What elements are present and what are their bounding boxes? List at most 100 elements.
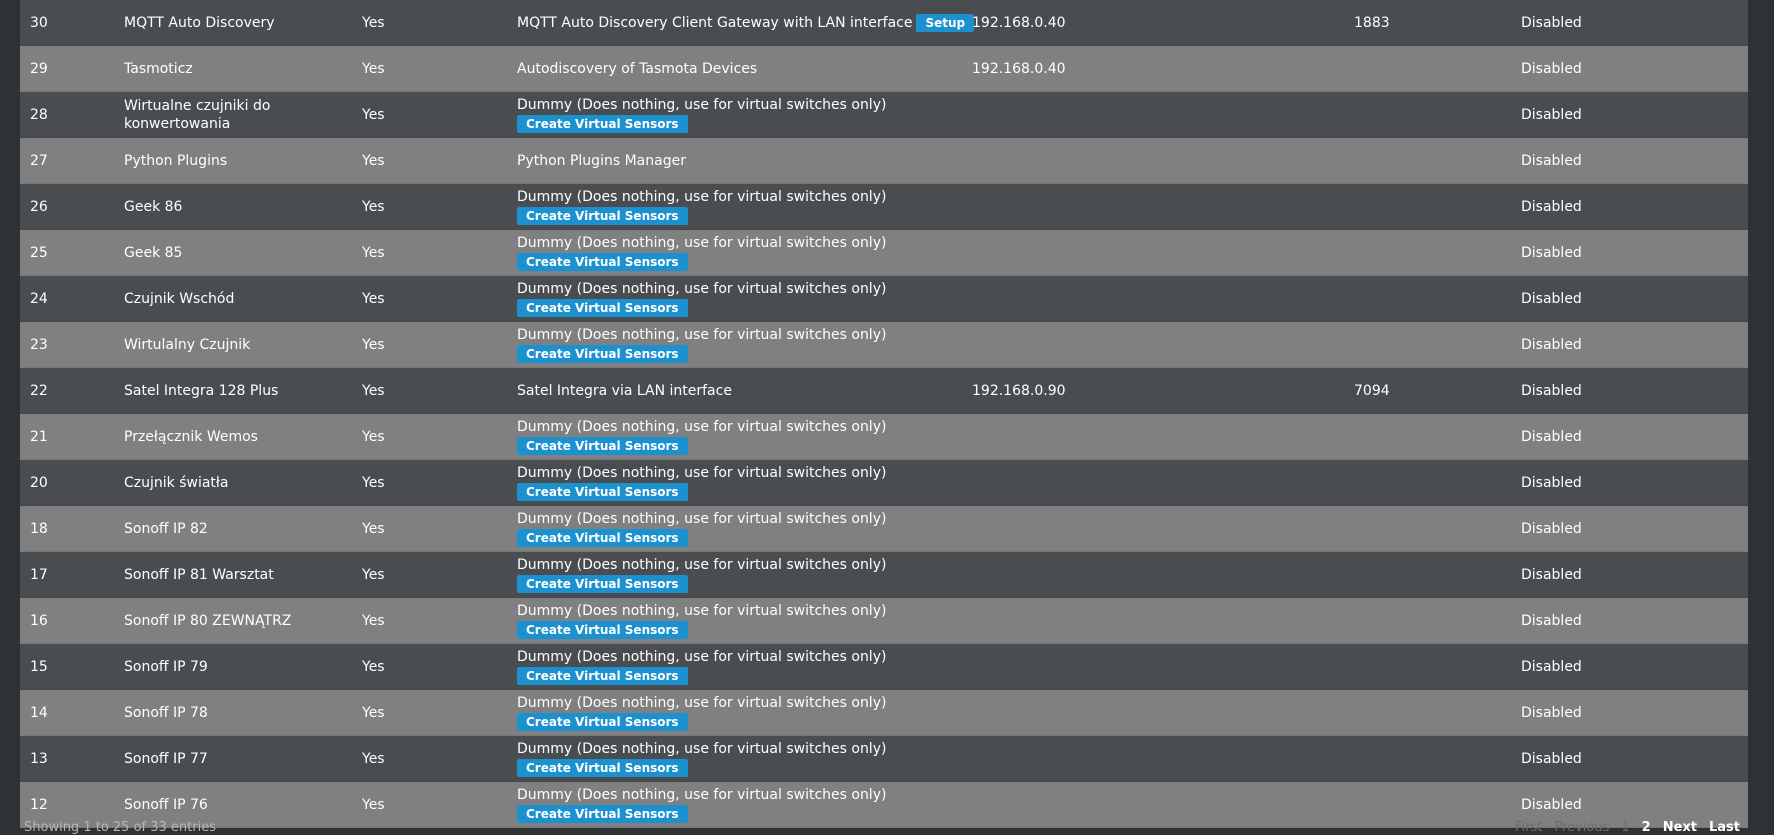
create-virtual-sensors-button[interactable]: Create Virtual Sensors [517, 344, 688, 363]
create-virtual-sensors-button[interactable]: Create Virtual Sensors [517, 620, 688, 639]
table-row[interactable]: 18 Sonoff IP 82 Yes Dummy (Does nothing, us… [20, 506, 1748, 552]
cell-status: Disabled [1521, 428, 1582, 445]
table-row[interactable]: 15 Sonoff IP 79 Yes Dummy (Does nothing, us… [20, 644, 1748, 690]
create-virtual-sensors-button[interactable]: Create Virtual Sensors [517, 758, 688, 777]
create-virtual-sensors-button[interactable]: Create Virtual Sensors [517, 804, 688, 823]
hardware-type: Satel Integra via LAN interface [517, 382, 732, 399]
setup-button[interactable]: Setup [916, 13, 975, 32]
cell-idx: 20 [30, 474, 48, 491]
hardware-type: Dummy (Does nothing, use for virtual swi… [517, 556, 887, 573]
cell-enabled: Yes [362, 474, 385, 491]
cell-hardware: Dummy (Does nothing, use for virtual swi… [517, 414, 886, 459]
cell-name: Czujnik światła [124, 474, 229, 491]
cell-hardware: Dummy (Does nothing, use for virtual swi… [517, 276, 886, 321]
hardware-type: Dummy (Does nothing, use for virtual swi… [517, 96, 887, 113]
create-virtual-sensors-button[interactable]: Create Virtual Sensors [517, 206, 688, 225]
table-row[interactable]: 22 Satel Integra 128 Plus Yes Satel Integra… [20, 368, 1748, 414]
pagination-last[interactable]: Last [1709, 820, 1740, 835]
pagination-previous[interactable]: Previous [1554, 820, 1609, 835]
cell-hardware: Satel Integra via LAN interface [517, 368, 732, 413]
cell-enabled: Yes [362, 152, 385, 169]
pagination-first[interactable]: First [1515, 820, 1542, 835]
table-row[interactable]: 17 Sonoff IP 81 Warsztat Yes Dummy (Does no… [20, 552, 1748, 598]
table-row[interactable]: 24 Czujnik Wschód Yes Dummy (Does nothing, … [20, 276, 1748, 322]
pagination-page-1[interactable]: 1 [1621, 820, 1629, 835]
hardware-type: Dummy (Does nothing, use for virtual swi… [517, 694, 887, 711]
cell-enabled: Yes [362, 290, 385, 307]
table-row[interactable]: 12 Sonoff IP 76 Yes Dummy (Does nothing, us… [20, 782, 1748, 828]
table-row[interactable]: 14 Sonoff IP 78 Yes Dummy (Does nothing, us… [20, 690, 1748, 736]
table-row[interactable]: 20 Czujnik światła Yes Dummy (Does nothing,… [20, 460, 1748, 506]
cell-idx: 17 [30, 566, 48, 583]
table-row[interactable]: 26 Geek 86 Yes Dummy (Does nothing, use for… [20, 184, 1748, 230]
hardware-table: 30 MQTT Auto Discovery Yes MQTT Auto Discov… [20, 0, 1748, 828]
cell-name: Tasmoticz [124, 60, 193, 77]
table-row[interactable]: 28 Wirtualne czujniki do konwertowania Yes… [20, 92, 1748, 138]
cell-name: Wirtualne czujniki do konwertowania [124, 97, 271, 132]
cell-idx: 22 [30, 382, 48, 399]
cell-enabled: Yes [362, 428, 385, 445]
cell-name: MQTT Auto Discovery [124, 14, 275, 31]
cell-hardware: Dummy (Does nothing, use for virtual swi… [517, 322, 886, 367]
create-virtual-sensors-button[interactable]: Create Virtual Sensors [517, 114, 688, 133]
cell-hardware: Dummy (Does nothing, use for virtual swi… [517, 184, 886, 229]
cell-port: 7094 [1354, 382, 1390, 399]
create-virtual-sensors-button[interactable]: Create Virtual Sensors [517, 574, 688, 593]
cell-enabled: Yes [362, 382, 385, 399]
cell-hardware: Dummy (Does nothing, use for virtual swi… [517, 598, 886, 643]
create-virtual-sensors-button[interactable]: Create Virtual Sensors [517, 252, 688, 271]
cell-status: Disabled [1521, 750, 1582, 767]
cell-address: 192.168.0.40 [972, 60, 1066, 77]
cell-enabled: Yes [362, 520, 385, 537]
cell-hardware: Dummy (Does nothing, use for virtual swi… [517, 644, 886, 689]
table-row[interactable]: 21 Przełącznik Wemos Yes Dummy (Does nothin… [20, 414, 1748, 460]
cell-status: Disabled [1521, 198, 1582, 215]
cell-status: Disabled [1521, 290, 1582, 307]
cell-name: Satel Integra 128 Plus [124, 382, 279, 399]
cell-enabled: Yes [362, 244, 385, 261]
cell-idx: 21 [30, 428, 48, 445]
hardware-type: Autodiscovery of Tasmota Devices [517, 60, 758, 77]
cell-status: Disabled [1521, 60, 1582, 77]
cell-enabled: Yes [362, 704, 385, 721]
cell-name: Sonoff IP 81 Warsztat [124, 566, 274, 583]
create-virtual-sensors-button[interactable]: Create Virtual Sensors [517, 298, 688, 317]
table-row[interactable]: 16 Sonoff IP 80 ZEWNĄTRZ Yes Dummy (Does no… [20, 598, 1748, 644]
table-row[interactable]: 27 Python Plugins Yes Python Plugins Manage… [20, 138, 1748, 184]
cell-status: Disabled [1521, 244, 1582, 261]
cell-idx: 15 [30, 658, 48, 675]
table-row[interactable]: 25 Geek 85 Yes Dummy (Does nothing, use for… [20, 230, 1748, 276]
entries-info: Showing 1 to 25 of 33 entries [24, 820, 216, 835]
pagination-page-2[interactable]: 2 [1642, 820, 1651, 835]
cell-status: Disabled [1521, 14, 1582, 31]
table-row[interactable]: 23 Wirtulalny Czujnik Yes Dummy (Does nothi… [20, 322, 1748, 368]
table-row[interactable]: 30 MQTT Auto Discovery Yes MQTT Auto Discov… [20, 0, 1748, 46]
cell-idx: 16 [30, 612, 48, 629]
cell-enabled: Yes [362, 198, 385, 215]
cell-idx: 29 [30, 60, 48, 77]
cell-enabled: Yes [362, 14, 385, 31]
cell-hardware: Dummy (Does nothing, use for virtual swi… [517, 690, 886, 735]
cell-status: Disabled [1521, 704, 1582, 721]
hardware-type: Dummy (Does nothing, use for virtual swi… [517, 418, 887, 435]
cell-idx: 30 [30, 14, 48, 31]
hardware-type: Dummy (Does nothing, use for virtual swi… [517, 280, 887, 297]
cell-status: Disabled [1521, 474, 1582, 491]
table-row[interactable]: 13 Sonoff IP 77 Yes Dummy (Does nothing, us… [20, 736, 1748, 782]
cell-enabled: Yes [362, 658, 385, 675]
create-virtual-sensors-button[interactable]: Create Virtual Sensors [517, 436, 688, 455]
create-virtual-sensors-button[interactable]: Create Virtual Sensors [517, 666, 688, 685]
pagination-next[interactable]: Next [1663, 820, 1697, 835]
create-virtual-sensors-button[interactable]: Create Virtual Sensors [517, 528, 688, 547]
cell-name: Przełącznik Wemos [124, 428, 258, 445]
cell-status: Disabled [1521, 566, 1582, 583]
cell-hardware: Dummy (Does nothing, use for virtual swi… [517, 736, 886, 781]
hardware-type: Dummy (Does nothing, use for virtual swi… [517, 648, 887, 665]
cell-enabled: Yes [362, 612, 385, 629]
cell-hardware: Dummy (Does nothing, use for virtual swi… [517, 782, 886, 827]
create-virtual-sensors-button[interactable]: Create Virtual Sensors [517, 712, 688, 731]
hardware-type: Dummy (Does nothing, use for virtual swi… [517, 786, 887, 803]
table-row[interactable]: 29 Tasmoticz Yes Autodiscovery of Tasmota D… [20, 46, 1748, 92]
create-virtual-sensors-button[interactable]: Create Virtual Sensors [517, 482, 688, 501]
hardware-type: Dummy (Does nothing, use for virtual swi… [517, 188, 887, 205]
